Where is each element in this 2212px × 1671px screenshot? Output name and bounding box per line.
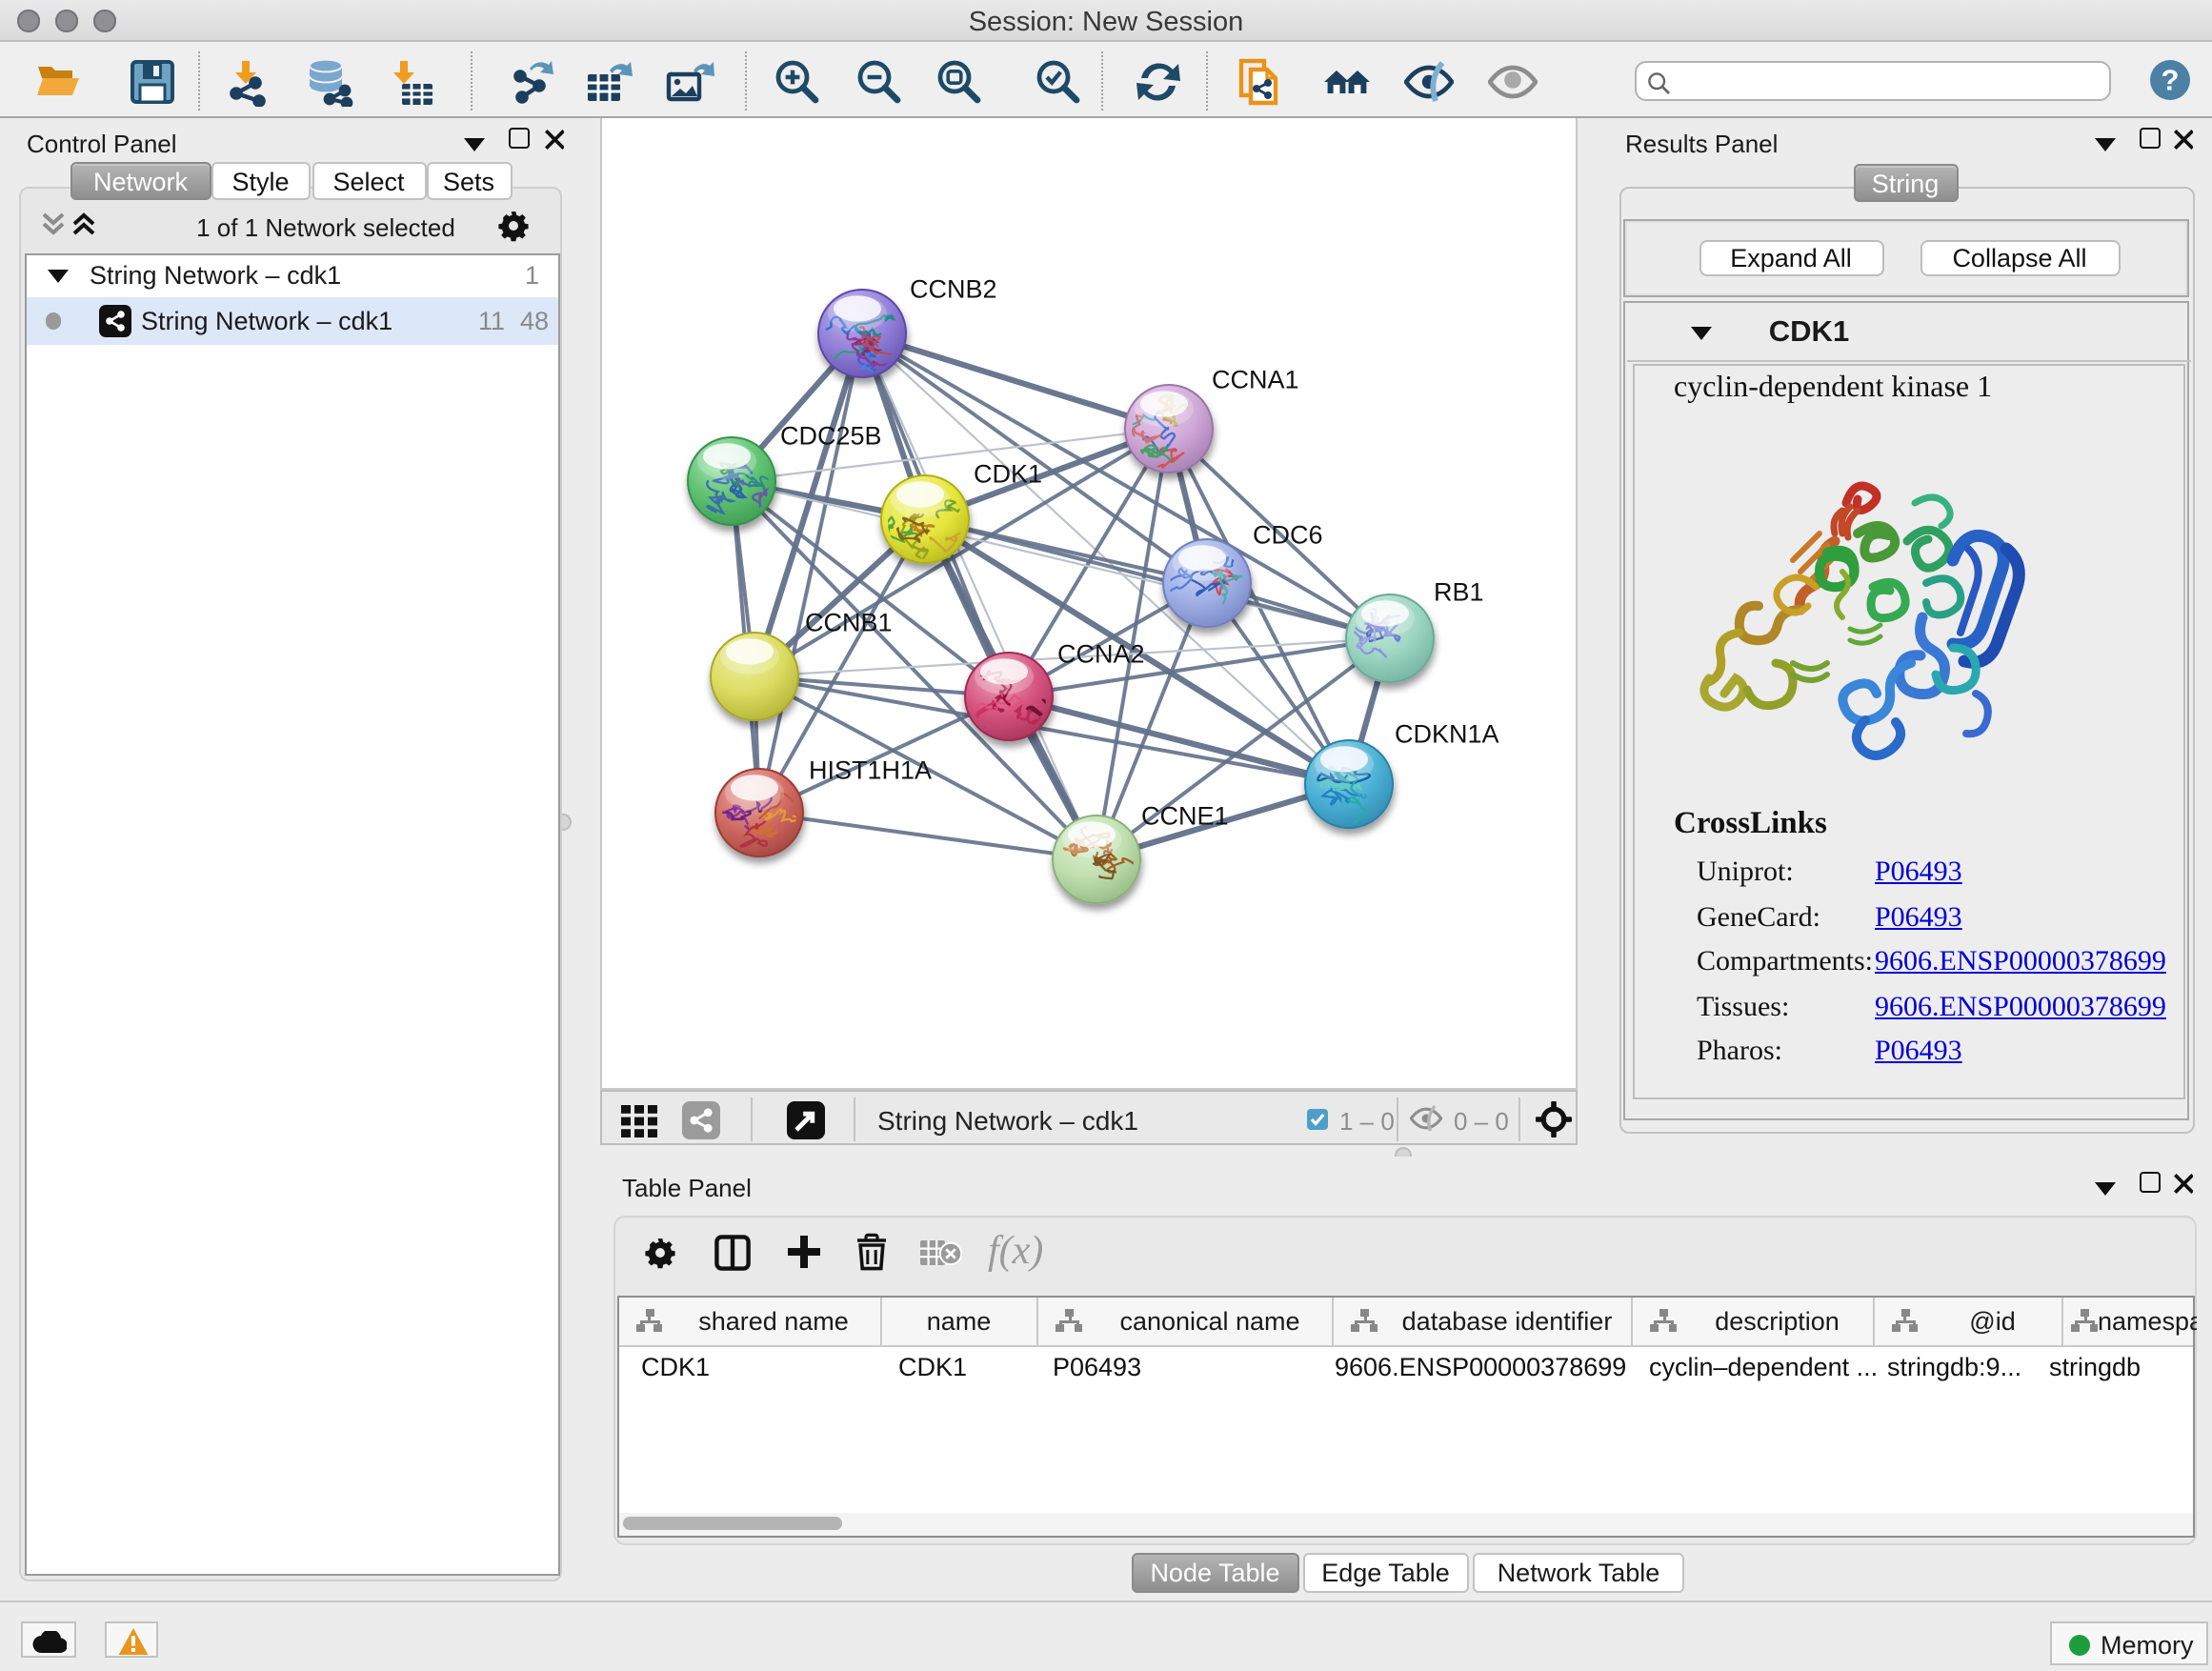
svg-text:CCNE1: CCNE1 (1141, 802, 1229, 831)
svg-text:CCNA2: CCNA2 (1057, 640, 1145, 669)
svg-text:CDK1: CDK1 (974, 460, 1042, 489)
svg-text:CCNB1: CCNB1 (805, 609, 893, 637)
svg-text:CDC25B: CDC25B (780, 422, 882, 451)
svg-text:HIST1H1A: HIST1H1A (809, 756, 932, 785)
svg-text:?: ? (2162, 63, 2180, 96)
svg-text:CDC6: CDC6 (1253, 521, 1323, 550)
svg-text:CDKN1A: CDKN1A (1395, 720, 1499, 749)
svg-text:CCNB2: CCNB2 (910, 275, 997, 304)
svg-text:RB1: RB1 (1434, 578, 1484, 607)
svg-text:CCNA1: CCNA1 (1212, 366, 1299, 394)
